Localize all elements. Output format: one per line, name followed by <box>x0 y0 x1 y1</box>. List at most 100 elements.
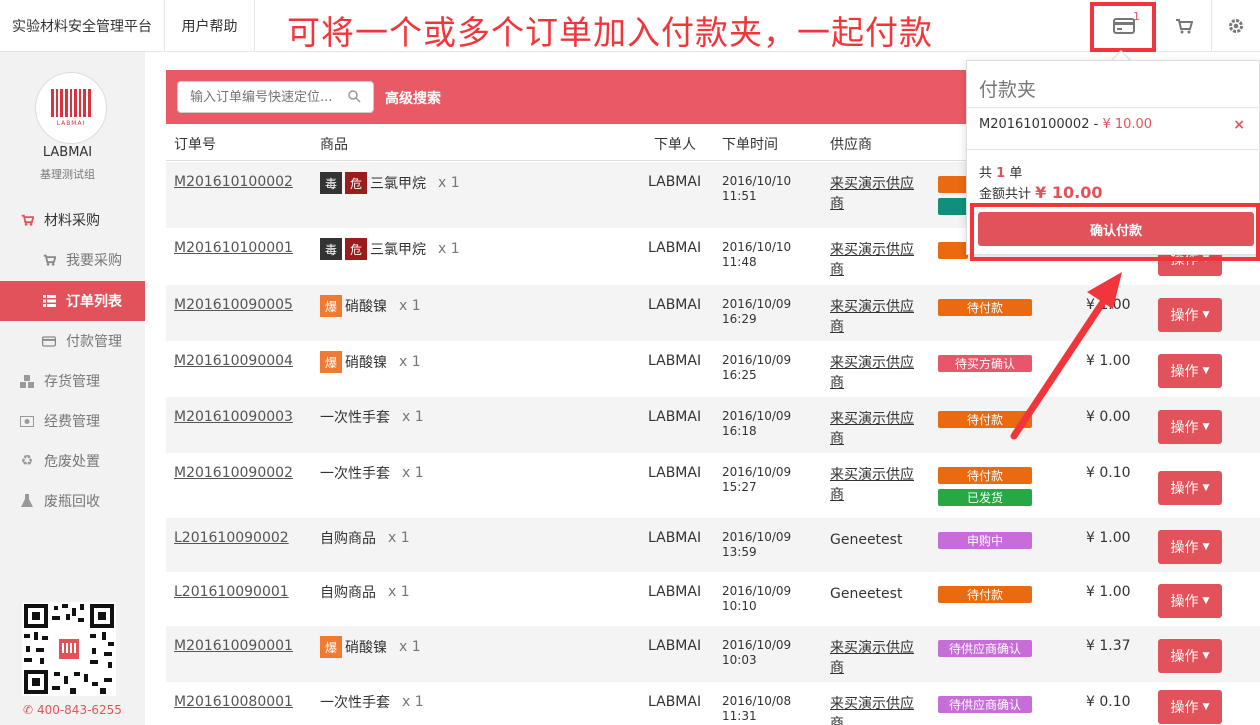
help-link[interactable]: 用户帮助 <box>165 0 255 52</box>
operation-dropdown-button[interactable]: 操作 ▼ <box>1158 471 1222 505</box>
annotation-text: 可将一个或多个订单加入付款夹，一起付款 <box>287 13 933 52</box>
hazard-tag: 毒 <box>320 172 342 194</box>
popup-divider <box>967 107 1260 108</box>
status-badge-partial <box>938 198 968 215</box>
supplier-link[interactable]: 来买演示供应商 <box>830 297 922 337</box>
order-time: 2016/10/09 10:03 <box>722 638 791 668</box>
gear-icon <box>1229 19 1243 33</box>
support-phone[interactable]: ✆ 400-843-6255 <box>0 703 145 717</box>
advanced-search-link[interactable]: 高级搜索 <box>385 88 441 108</box>
qr-code <box>22 602 116 696</box>
order-time: 2016/10/09 16:18 <box>722 409 791 439</box>
order-id-link[interactable]: M201610080001 <box>174 694 293 710</box>
supplier-link[interactable]: 来买演示供应商 <box>830 240 922 280</box>
operation-label: 操作 <box>1170 308 1199 324</box>
product-name: 硝酸镍 <box>345 299 387 315</box>
operation-dropdown-button[interactable]: 操作 ▼ <box>1158 639 1222 673</box>
order-id-link[interactable]: M201610090003 <box>174 409 293 425</box>
popup-total: 金额共计 ¥ 10.00 <box>979 183 1102 202</box>
total-label: 金额共计 <box>979 187 1032 202</box>
operation-dropdown-button[interactable]: 操作 ▼ <box>1158 530 1222 564</box>
caret-down-icon: ▼ <box>1202 542 1210 552</box>
col-header-supplier: 供应商 <box>830 137 872 153</box>
buyer-name: LABMAI <box>648 465 702 481</box>
flask-icon <box>20 494 34 508</box>
status-badge: 待付款 <box>938 299 1032 316</box>
operation-dropdown-button[interactable]: 操作 ▼ <box>1158 410 1222 444</box>
status-badge: 待付款 <box>938 411 1032 428</box>
nav-payment-management[interactable]: 付款管理 <box>0 321 145 361</box>
operation-dropdown-button[interactable]: 操作 ▼ <box>1158 354 1222 388</box>
product-name: 三氯甲烷 <box>370 242 426 258</box>
brand-title[interactable]: 实验材料安全管理平台 <box>0 0 165 52</box>
buyer-name: LABMAI <box>648 353 702 369</box>
order-clock: 15:27 <box>722 480 757 494</box>
table-row: M201610090004 爆硝酸镍 x 1 LABMAI 2016/10/09 16:2… <box>166 341 1260 397</box>
search-icon[interactable] <box>348 90 361 107</box>
nav-bottle-recycling[interactable]: 废瓶回收 <box>0 481 145 521</box>
operation-dropdown-button[interactable]: 操作 ▼ <box>1158 298 1222 332</box>
order-id-link[interactable]: L201610090002 <box>174 530 289 546</box>
nav-label: 材料采购 <box>44 213 100 229</box>
supplier-link[interactable]: 来买演示供应商 <box>830 638 922 678</box>
col-header-order-id: 订单号 <box>174 137 216 153</box>
caret-down-icon: ▼ <box>1202 596 1210 606</box>
supplier-link[interactable]: 来买演示供应商 <box>830 353 922 393</box>
confirm-payment-button[interactable]: 确认付款 <box>978 212 1254 246</box>
order-time: 2016/10/09 13:59 <box>722 530 791 560</box>
product-cell: 毒危三氯甲烷 x 1 <box>320 172 460 194</box>
status-badge: 申购中 <box>938 532 1032 549</box>
order-id-link[interactable]: L201610090001 <box>174 584 289 600</box>
recycle-icon: ♻ <box>20 453 34 469</box>
order-id-link[interactable]: M201610090001 <box>174 638 293 654</box>
order-id-link[interactable]: M201610100002 <box>174 174 293 190</box>
caret-down-icon: ▼ <box>1202 366 1210 376</box>
order-id-link[interactable]: M201610090004 <box>174 353 293 369</box>
supplier-link[interactable]: 来买演示供应商 <box>830 694 922 725</box>
operation-label: 操作 <box>1170 481 1199 497</box>
remove-item-button[interactable]: × <box>1233 117 1245 133</box>
nav-material-purchase[interactable]: 材料采购 <box>0 200 145 240</box>
order-search-input[interactable] <box>190 89 340 105</box>
product-cell: 自购商品 x 1 <box>320 582 410 602</box>
caret-down-icon: ▼ <box>1202 702 1210 712</box>
table-row: M201610090002 一次性手套 x 1 LABMAI 2016/10/09 15:… <box>166 453 1260 518</box>
popup-divider <box>967 149 1260 150</box>
supplier-link[interactable]: 来买演示供应商 <box>830 174 922 214</box>
caret-down-icon: ▼ <box>1202 422 1210 432</box>
order-price: ¥ 1.00 <box>1086 530 1131 546</box>
product-name: 一次性手套 <box>320 410 390 426</box>
product-qty: x 1 <box>402 409 424 425</box>
nav-inventory[interactable]: 存货管理 <box>0 361 145 401</box>
cart-button[interactable] <box>1155 0 1211 52</box>
total-amount: ¥ 10.00 <box>1035 183 1103 202</box>
order-id-link[interactable]: M201610090002 <box>174 465 293 481</box>
settings-button[interactable] <box>1211 0 1260 52</box>
product-name: 自购商品 <box>320 585 376 601</box>
order-date: 2016/10/09 <box>722 465 792 479</box>
list-icon <box>42 294 56 308</box>
nav-order-list[interactable]: 订单列表 <box>0 281 145 321</box>
status-badge: 待付款 <box>938 586 1032 603</box>
operation-label: 操作 <box>1170 420 1199 436</box>
nav-label: 存货管理 <box>44 374 100 390</box>
product-qty: x 1 <box>399 354 421 370</box>
order-date: 2016/10/09 <box>722 409 792 423</box>
nav-hazardous-waste[interactable]: ♻ 危废处置 <box>0 441 145 481</box>
hazard-tag: 爆 <box>320 351 342 373</box>
table-row: M201610090003 一次性手套 x 1 LABMAI 2016/10/09 16:… <box>166 397 1260 453</box>
operation-dropdown-button[interactable]: 操作 ▼ <box>1158 690 1222 724</box>
order-price: ¥ 1.00 <box>1086 584 1131 600</box>
operation-dropdown-button[interactable]: 操作 ▼ <box>1158 584 1222 618</box>
nav-funds[interactable]: 经费管理 <box>0 401 145 441</box>
order-time: 2016/10/09 16:25 <box>722 353 791 383</box>
nav-want-purchase[interactable]: 我要采购 <box>0 240 145 280</box>
order-id-link[interactable]: M201610090005 <box>174 297 293 313</box>
order-id-link[interactable]: M201610100001 <box>174 240 293 256</box>
org-name: LABMAI <box>42 145 93 160</box>
order-search-box[interactable] <box>177 81 374 113</box>
supplier-link[interactable]: 来买演示供应商 <box>830 409 922 449</box>
supplier-link[interactable]: 来买演示供应商 <box>830 465 922 505</box>
order-date: 2016/10/09 <box>722 638 792 652</box>
order-date: 2016/10/09 <box>722 530 792 544</box>
